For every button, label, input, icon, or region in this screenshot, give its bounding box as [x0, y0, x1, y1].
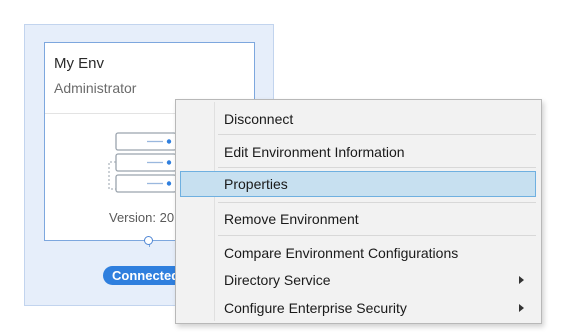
menu-item-label: Edit Environment Information: [224, 144, 405, 160]
menu-separator: [218, 167, 536, 168]
menu-item-label: Remove Environment: [224, 211, 359, 227]
environment-version: Version: 20: [109, 210, 175, 225]
menu-item-configure-enterprise-security[interactable]: Configure Enterprise Security: [180, 295, 536, 321]
menu-item-edit-environment-information[interactable]: Edit Environment Information: [180, 139, 536, 165]
menu-item-label: Properties: [224, 176, 288, 192]
menu-item-properties[interactable]: Properties: [180, 171, 536, 197]
menu-separator: [218, 202, 536, 203]
menu-separator: [218, 134, 536, 135]
menu-item-label: Directory Service: [224, 272, 331, 288]
submenu-arrow-icon: [519, 276, 524, 284]
menu-separator: [218, 235, 536, 236]
menu-item-label: Configure Enterprise Security: [224, 300, 407, 316]
menu-item-disconnect[interactable]: Disconnect: [180, 106, 536, 132]
menu-item-label: Compare Environment Configurations: [224, 245, 459, 261]
menu-item-remove-environment[interactable]: Remove Environment: [180, 206, 536, 232]
connection-dot: [144, 236, 153, 245]
menu-item-compare-environment-configurations[interactable]: Compare Environment Configurations: [180, 240, 536, 266]
menu-item-directory-service[interactable]: Directory Service: [180, 267, 536, 293]
menu-item-label: Disconnect: [224, 111, 294, 127]
submenu-arrow-icon: [519, 304, 524, 312]
environment-name: My Env: [54, 55, 105, 72]
environment-role: Administrator: [54, 80, 137, 96]
context-menu: Disconnect Edit Environment Information …: [175, 99, 542, 324]
